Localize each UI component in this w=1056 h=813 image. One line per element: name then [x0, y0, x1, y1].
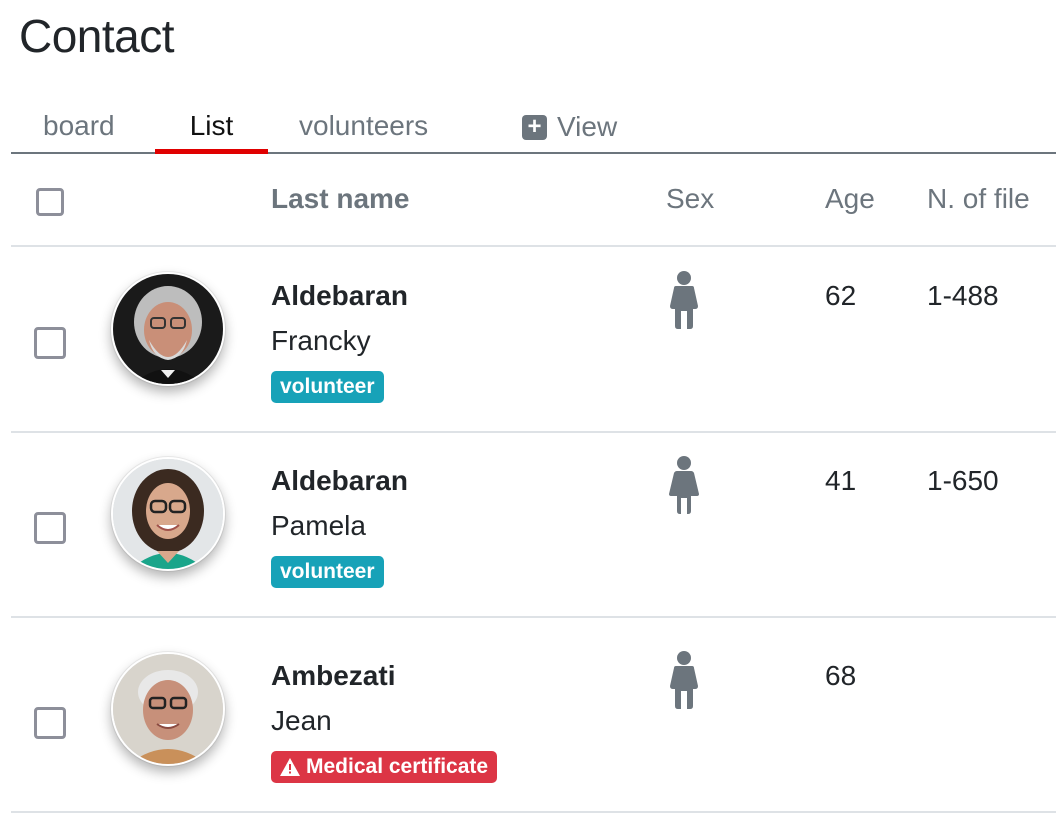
- table-header: Last name Sex Age N. of file: [11, 155, 1056, 247]
- tab-board[interactable]: board: [43, 100, 115, 154]
- column-header-age: Age: [825, 183, 875, 214]
- avatar: [111, 457, 225, 571]
- avatar: [111, 272, 225, 386]
- contact-last-name[interactable]: Ambezati: [271, 660, 395, 692]
- avatar: [111, 652, 225, 766]
- plus-square-icon: +: [522, 114, 547, 140]
- row-checkbox[interactable]: [34, 707, 66, 739]
- contact-last-name[interactable]: Aldebaran: [271, 280, 408, 312]
- row-checkbox[interactable]: [34, 327, 66, 359]
- column-header-last-name[interactable]: Last name: [271, 183, 410, 215]
- file-number-cell: 1-650: [927, 465, 999, 496]
- table-row[interactable]: Aldebaran Francky volunteer 62 1-488: [11, 247, 1056, 433]
- contact-first-name: Pamela: [271, 510, 366, 541]
- contact-first-name: Francky: [271, 325, 371, 356]
- view-tabs: board List volunteers + View: [11, 100, 1056, 154]
- column-header-file-number: N. of file: [927, 183, 1030, 214]
- contact-last-name[interactable]: Aldebaran: [271, 465, 408, 497]
- tab-add-view-label: View: [557, 111, 618, 142]
- male-icon: [670, 651, 698, 709]
- tab-add-view[interactable]: + View: [522, 100, 617, 154]
- column-header-sex: Sex: [666, 183, 715, 214]
- table-row[interactable]: Ambezati Jean Medical certificate 68: [11, 627, 1056, 813]
- volunteer-badge: volunteer: [271, 371, 384, 403]
- warning-icon: [280, 758, 300, 776]
- file-number-cell: 1-488: [927, 280, 999, 311]
- contact-first-name: Jean: [271, 705, 332, 736]
- select-all-checkbox[interactable]: [36, 188, 64, 216]
- age-cell: 62: [825, 280, 857, 311]
- table-row[interactable]: Aldebaran Pamela volunteer 41 1-650: [11, 432, 1056, 618]
- age-cell: 41: [825, 465, 857, 496]
- row-checkbox[interactable]: [34, 512, 66, 544]
- medical-certificate-badge: Medical certificate: [271, 751, 498, 783]
- volunteer-badge: volunteer: [271, 556, 384, 588]
- tab-volunteers[interactable]: volunteers: [299, 100, 428, 154]
- tab-list[interactable]: List: [155, 100, 268, 154]
- age-cell: 68: [825, 660, 857, 691]
- male-icon: [670, 271, 698, 329]
- female-icon: [669, 456, 699, 514]
- page-title: Contact: [19, 10, 175, 62]
- badge-label: Medical certificate: [306, 755, 489, 778]
